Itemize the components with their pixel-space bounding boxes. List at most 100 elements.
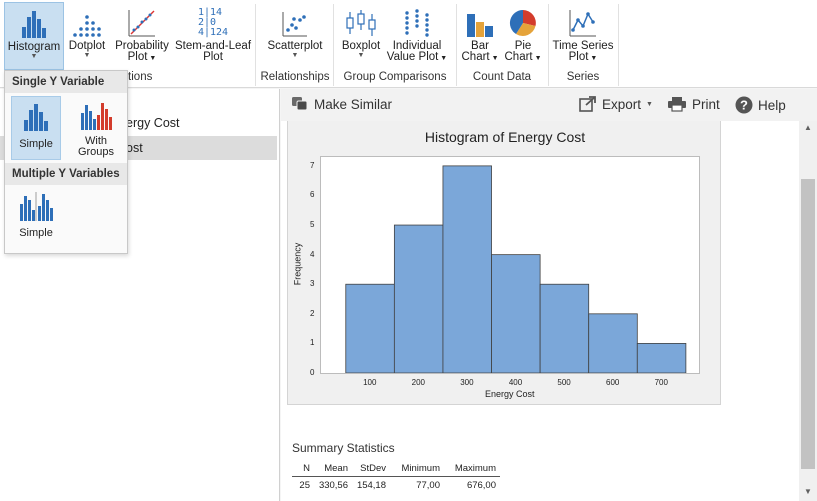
chevron-down-icon: ▼ [646,100,653,108]
y-tick-label: 1 [310,338,315,348]
make-similar-button[interactable]: Make Similar [291,96,392,112]
table-cell: 154,18 [356,480,386,491]
print-label: Print [692,96,720,112]
stem-and-leaf-icon: 1|14 2|0 4|124 [173,2,253,38]
x-tick-label: 400 [508,378,523,387]
y-tick-label: 6 [310,190,315,200]
histogram-icon [5,3,63,39]
boxplot-icon [338,2,384,38]
menu-item-label: Simple [19,227,53,239]
scrollbar-thumb[interactable] [801,179,815,469]
group-label-count-data: Count Data [472,71,532,83]
ribbon-separator [548,4,549,86]
pie-chart-label-line2: Chart [504,51,533,63]
histogram-bar [636,343,687,374]
menu-item-simple-histogram[interactable]: Simple [11,96,61,160]
chevron-down-icon: ▼ [147,55,157,62]
column-header: Maximum [444,461,500,477]
menu-item-label: With Groups [67,136,125,158]
bar-chart-label-line2: Chart [461,51,490,63]
time-series-plot-button[interactable]: Time Series Plot ▼ [552,2,614,70]
menu-item-label-line2: Groups [77,146,115,158]
table-row: 25 330,56 154,18 77,00 676,00 [292,477,500,495]
pie-chart-button[interactable]: Pie Chart ▼ [502,2,544,70]
summary-statistics-table: N Mean StDev Minimum Maximum 25 330,56 1… [292,461,500,494]
probability-plot-icon [112,2,172,38]
histogram-dropdown-menu: Single Y Variable Simple With Groups Mul… [4,70,128,254]
scatterplot-label: Scatterplot [267,40,323,52]
scatterplot-icon [261,2,329,38]
individual-value-plot-icon [386,2,448,38]
bar-chart-label: Bar Chart ▼ [460,40,500,64]
scatterplot-button[interactable]: Scatterplot ▼ [261,2,329,70]
multiple-histogram-icon [20,192,53,221]
chevron-down-icon: ▼ [489,55,499,62]
y-tick-label: 4 [310,249,315,259]
histogram-button[interactable]: Histogram ▼ [4,2,64,70]
menu-section-header: Multiple Y Variables [5,163,127,185]
individual-value-plot-label: Individual Value Plot ▼ [386,40,448,64]
chevron-down-icon: ▼ [588,55,598,62]
time-series-plot-label: Time Series Plot ▼ [552,40,614,64]
individual-value-plot-label-line2: Value Plot [386,51,439,63]
output-toolbar: Make Similar Export ▼ Print ? Help [281,89,817,121]
table-header-row: N Mean StDev Minimum Maximum [292,461,500,477]
dotplot-button[interactable]: Dotplot ▼ [64,2,110,70]
y-tick-label: 3 [310,279,315,289]
y-axis-label: Frequency [292,242,303,286]
vertical-scrollbar[interactable]: ▲ ▼ [799,121,817,501]
histogram-bar [588,313,638,374]
ribbon-separator [618,4,619,86]
y-tick-label: 5 [310,220,315,230]
y-tick-label: 2 [310,308,315,318]
svg-text:?: ? [740,98,748,113]
summary-statistics-title: Summary Statistics [292,441,395,455]
export-button[interactable]: Export ▼ [579,96,653,112]
x-tick-label: 600 [606,378,620,387]
histogram-with-groups-icon [81,103,112,130]
dotplot-label: Dotplot [68,40,106,52]
time-series-plot-label-line2: Plot [568,51,589,63]
scroll-up-arrow-icon[interactable]: ▲ [799,121,817,135]
chevron-down-icon: ▼ [532,55,542,62]
probability-plot-label: Probability Plot ▼ [112,40,172,64]
pie-chart-label: Pie Chart ▼ [502,40,544,64]
y-tick-label: 7 [310,160,315,170]
help-label: Help [758,97,786,113]
chevron-down-icon: ▼ [357,52,365,59]
stem-and-leaf-button[interactable]: 1|14 2|0 4|124 Stem-and-Leaf Plot [173,2,253,70]
make-similar-label: Make Similar [314,96,393,112]
stem-and-leaf-label: Stem-and-Leaf Plot [173,40,253,63]
group-label-relationships: Relationships [260,71,330,83]
histogram-bar [539,283,590,374]
histogram-bar [393,224,444,374]
graph-title: Histogram of Energy Cost [424,129,586,145]
chevron-down-icon: ▼ [291,52,299,59]
simple-histogram-icon [24,104,48,131]
chevron-down-icon: ▼ [83,52,91,59]
graph-frame[interactable]: Histogram of Energy Cost 0 1 2 3 4 5 6 7 100 200… [287,121,721,405]
column-header: Mean [314,461,352,477]
bar-chart-button[interactable]: Bar Chart ▼ [460,2,500,70]
time-series-plot-icon [552,2,614,38]
table-cell: 77,00 [416,480,440,491]
individual-value-plot-button[interactable]: Individual Value Plot ▼ [386,2,448,70]
boxplot-button[interactable]: Boxplot ▼ [338,2,384,70]
menu-section-header: Single Y Variable [5,71,127,93]
x-tick-label: 100 [363,378,377,387]
help-button[interactable]: ? Help [735,96,786,114]
bar-chart-icon [460,2,500,38]
probability-plot-button[interactable]: Probability Plot ▼ [112,2,172,70]
table-cell: 676,00 [466,480,496,491]
ribbon-separator [255,4,256,86]
group-label-group-comparisons: Group Comparisons [343,71,447,83]
menu-item-with-groups[interactable]: With Groups [67,96,125,160]
histogram-label: Histogram [7,41,61,53]
scroll-down-arrow-icon[interactable]: ▼ [799,485,817,499]
menu-item-multiple-simple[interactable]: Simple [11,187,61,251]
print-button[interactable]: Print [667,96,720,112]
column-header: N [292,461,314,477]
histogram-chart [345,165,687,374]
probability-plot-label-line2: Plot [127,51,148,63]
menu-item-label: Simple [19,138,53,150]
